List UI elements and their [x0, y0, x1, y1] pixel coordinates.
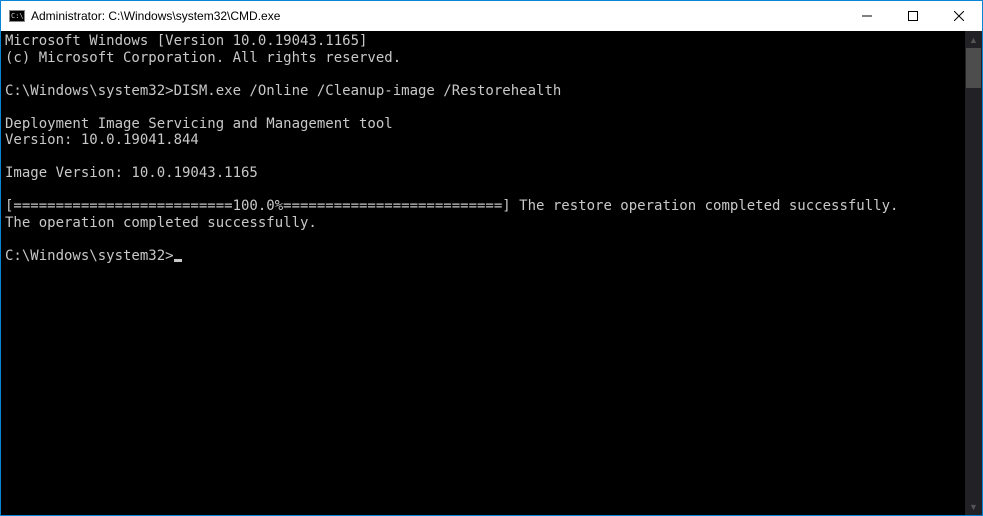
- cmd-icon: C:\: [9, 8, 25, 24]
- prompt-line: C:\Windows\system32>DISM.exe /Online /Cl…: [5, 83, 561, 99]
- output-line: Version: 10.0.19041.844: [5, 132, 199, 148]
- output-line: Deployment Image Servicing and Managemen…: [5, 116, 393, 132]
- prompt-line: C:\Windows\system32>: [5, 248, 174, 264]
- output-line: (c) Microsoft Corporation. All rights re…: [5, 50, 401, 66]
- terminal-output[interactable]: Microsoft Windows [Version 10.0.19043.11…: [1, 31, 965, 515]
- window-controls: [844, 1, 982, 31]
- minimize-button[interactable]: [844, 1, 890, 31]
- client-area: Microsoft Windows [Version 10.0.19043.11…: [1, 31, 982, 515]
- output-line: Image Version: 10.0.19043.1165: [5, 165, 258, 181]
- output-line: Microsoft Windows [Version 10.0.19043.11…: [5, 33, 367, 49]
- progress-line: [==========================100.0%=======…: [5, 198, 898, 214]
- close-button[interactable]: [936, 1, 982, 31]
- scroll-up-arrow-icon[interactable]: ▲: [965, 31, 982, 48]
- cmd-window: C:\ Administrator: C:\Windows\system32\C…: [0, 0, 983, 516]
- scroll-down-arrow-icon[interactable]: ▼: [965, 498, 982, 515]
- maximize-button[interactable]: [890, 1, 936, 31]
- cursor: [174, 259, 182, 262]
- svg-text:C:\: C:\: [11, 12, 24, 20]
- vertical-scrollbar[interactable]: ▲ ▼: [965, 31, 982, 515]
- output-line: The operation completed successfully.: [5, 215, 317, 231]
- titlebar[interactable]: C:\ Administrator: C:\Windows\system32\C…: [1, 1, 982, 31]
- window-title: Administrator: C:\Windows\system32\CMD.e…: [31, 9, 844, 23]
- scroll-thumb[interactable]: [966, 48, 981, 88]
